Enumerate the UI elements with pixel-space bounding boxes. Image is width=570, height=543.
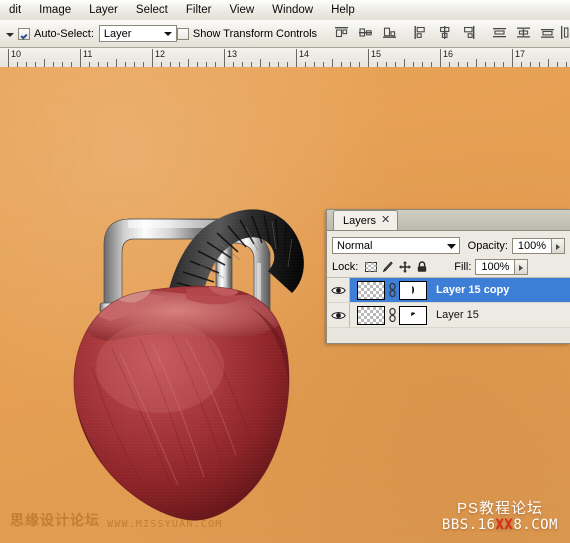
ruler-label: 17	[515, 49, 526, 59]
ruler-label: 11	[83, 49, 93, 59]
ruler-major-tick	[152, 49, 153, 67]
menu-view[interactable]: View	[220, 2, 263, 19]
layer-thumbnail[interactable]	[357, 305, 385, 325]
align-horizontal-group	[412, 24, 479, 43]
ruler-label: 13	[227, 49, 238, 59]
menu-bar: dit Image Layer Select Filter View Windo…	[0, 0, 570, 21]
layer-list: Layer 15 copy Layer 15	[327, 277, 570, 328]
tab-layers-label: Layers	[343, 214, 377, 227]
lock-fill-row: Lock: Fill: 100%	[332, 256, 565, 277]
menu-help[interactable]: Help	[322, 2, 364, 19]
layer-thumbnail[interactable]	[357, 280, 385, 300]
menu-image[interactable]: Image	[30, 2, 80, 19]
tab-layers[interactable]: Layers ✕	[333, 210, 399, 230]
horizontal-ruler[interactable]: 10 11 12 13 14 15 16 17	[0, 48, 570, 68]
ruler-minor-tick	[404, 59, 405, 67]
opacity-input[interactable]: 100%	[512, 237, 552, 254]
link-chain-icon[interactable]	[388, 307, 397, 323]
ruler-major-tick	[296, 49, 297, 67]
distribute-vertical-group	[491, 24, 558, 43]
ruler-major-tick	[8, 49, 9, 67]
anatomical-heart	[73, 285, 290, 521]
photoshop-window: dit Image Layer Select Filter View Windo…	[0, 0, 570, 543]
lock-image-pixels-icon[interactable]	[381, 260, 395, 274]
lock-all-icon[interactable]	[415, 260, 429, 274]
blend-mode-dropdown[interactable]: Normal	[332, 237, 460, 254]
layers-panel-body: Normal Opacity: 100% Lock: Fill: 100%	[327, 231, 570, 277]
align-bottom-edges-icon[interactable]	[381, 24, 400, 43]
ruler-label: 14	[299, 49, 310, 59]
eye-icon	[330, 311, 346, 319]
layer-name-label: Layer 15 copy	[436, 284, 510, 296]
align-vertical-centers-icon[interactable]	[357, 24, 376, 43]
auto-select-checkbox[interactable]	[18, 27, 30, 40]
lock-transparent-pixels-icon[interactable]	[364, 260, 378, 274]
layer-mask-thumbnail[interactable]	[399, 305, 427, 325]
ruler-label: 12	[155, 49, 166, 59]
ruler-label: 16	[443, 49, 454, 59]
ruler-major-tick	[80, 49, 81, 67]
menu-layer[interactable]: Layer	[80, 2, 127, 19]
ruler-minor-tick	[476, 59, 477, 67]
opacity-stepper[interactable]	[552, 237, 565, 254]
ruler-major-tick	[368, 49, 369, 67]
layer-visibility-toggle[interactable]	[327, 303, 350, 327]
chevron-down-icon	[163, 28, 174, 39]
ruler-major-tick	[512, 49, 513, 67]
ruler-minor-tick	[548, 59, 549, 67]
menu-window[interactable]: Window	[263, 2, 322, 19]
align-vertical-group	[333, 24, 400, 43]
auto-select-target-value: Layer	[103, 27, 132, 40]
align-top-edges-icon[interactable]	[333, 24, 352, 43]
ruler-label: 10	[11, 49, 22, 59]
distribute-left-edges-icon[interactable]	[558, 24, 570, 43]
distribute-top-edges-icon[interactable]	[491, 24, 510, 43]
ruler-minor-tick	[260, 59, 261, 67]
eye-icon	[330, 286, 346, 294]
distribute-bottom-edges-icon[interactable]	[539, 24, 558, 43]
align-horizontal-centers-icon[interactable]	[436, 24, 455, 43]
show-transform-controls-label: Show Transform Controls	[192, 27, 318, 40]
fill-label: Fill:	[454, 260, 472, 273]
menu-select[interactable]: Select	[127, 2, 177, 19]
auto-select-target-dropdown[interactable]: Layer	[98, 25, 177, 42]
close-icon[interactable]: ✕	[381, 215, 390, 226]
ruler-label: 15	[371, 49, 382, 59]
layer-name-label: Layer 15	[436, 309, 479, 321]
table-row[interactable]: Layer 15	[327, 303, 570, 328]
ruler-minor-tick	[188, 59, 189, 67]
layer-mask-thumbnail[interactable]	[399, 280, 427, 300]
show-transform-controls-checkbox[interactable]	[176, 27, 189, 40]
lock-position-icon[interactable]	[398, 260, 412, 274]
table-row[interactable]: Layer 15 copy	[327, 278, 570, 303]
ruler-minor-tick	[44, 59, 45, 67]
blend-mode-value: Normal	[337, 239, 373, 252]
distribute-horizontal-group	[558, 24, 570, 43]
fill-stepper[interactable]	[515, 258, 529, 275]
align-left-edges-icon[interactable]	[412, 24, 431, 43]
link-chain-icon[interactable]	[388, 282, 397, 298]
distribute-vertical-centers-icon[interactable]	[515, 24, 534, 43]
panel-tab-strip: Layers ✕	[327, 210, 570, 231]
ruler-major-tick	[440, 49, 441, 67]
layers-panel: Layers ✕ Normal Opacity: 100% Lock: Fill…	[326, 209, 570, 344]
blend-opacity-row: Normal Opacity: 100%	[332, 235, 565, 256]
lock-label: Lock:	[332, 260, 359, 273]
fill-input[interactable]: 100%	[475, 258, 516, 275]
opacity-label: Opacity:	[467, 239, 508, 252]
chevron-down-icon	[446, 240, 457, 251]
ruler-major-tick	[224, 49, 225, 67]
auto-select-label: Auto-Select:	[34, 27, 94, 40]
ruler-minor-tick	[116, 59, 117, 67]
ruler-minor-tick	[332, 59, 333, 67]
tool-options-bar: Auto-Select: Layer Show Transform Contro…	[0, 20, 570, 48]
layer-visibility-toggle[interactable]	[327, 278, 350, 302]
align-right-edges-icon[interactable]	[460, 24, 479, 43]
menu-edit[interactable]: dit	[0, 2, 30, 19]
menu-filter[interactable]: Filter	[177, 2, 221, 19]
